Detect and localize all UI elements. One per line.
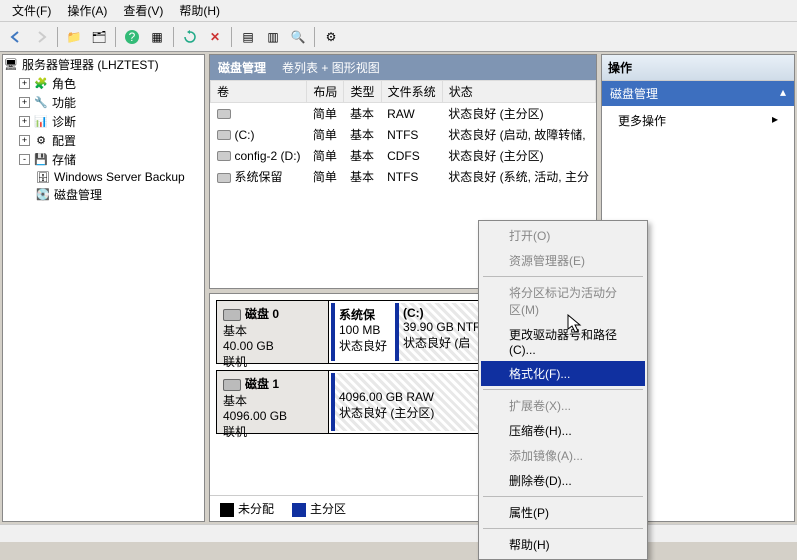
tree-config[interactable]: +⚙配置 <box>19 131 204 150</box>
statusbar <box>0 524 797 542</box>
collapse-icon[interactable]: - <box>19 154 30 165</box>
cm-delete[interactable]: 删除卷(D)... <box>481 468 645 493</box>
properties-button[interactable]: ▦ <box>145 25 169 49</box>
expand-icon[interactable]: + <box>19 97 30 108</box>
cm-help[interactable]: 帮助(H) <box>481 532 645 557</box>
backup-icon: 🗄 <box>35 170 51 184</box>
detail-button[interactable]: ▥ <box>261 25 285 49</box>
menu-view[interactable]: 查看(V) <box>115 0 171 21</box>
config-icon: ⚙ <box>33 134 49 148</box>
tree-diag[interactable]: +📊诊断 <box>19 112 204 131</box>
context-menu: 打开(O) 资源管理器(E) 将分区标记为活动分区(M) 更改驱动器号和路径(C… <box>478 220 648 560</box>
cm-markactive[interactable]: 将分区标记为活动分区(M) <box>481 280 645 322</box>
actions-header: 操作 <box>602 55 794 81</box>
settings-button[interactable]: ⚙ <box>319 25 343 49</box>
help-button[interactable]: ? <box>120 25 144 49</box>
col-type[interactable]: 类型 <box>344 81 381 103</box>
actions-more[interactable]: 更多操作▸ <box>602 106 794 135</box>
table-row[interactable]: (C:)简单基本NTFS状态良好 (启动, 故障转储, <box>211 124 596 145</box>
tree-storage[interactable]: -💾存储 <box>19 150 204 169</box>
diskmgmt-icon: 💽 <box>35 188 51 202</box>
list-button[interactable]: ▤ <box>236 25 260 49</box>
col-vol[interactable]: 卷 <box>211 81 307 103</box>
tree-diskmgmt[interactable]: 💽磁盘管理 <box>35 185 204 204</box>
tree-root[interactable]: 🖥 服务器管理器 (LHZTEST) <box>3 55 204 74</box>
table-row[interactable]: 简单基本RAW状态良好 (主分区) <box>211 103 596 125</box>
cm-mirror[interactable]: 添加镜像(A)... <box>481 443 645 468</box>
partition-box[interactable]: 系统保100 MB状态良好 <box>331 303 391 361</box>
table-row[interactable]: config-2 (D:)简单基本CDFS状态良好 (主分区) <box>211 145 596 166</box>
delete-button[interactable]: ✕ <box>203 25 227 49</box>
tree-pane: 🖥 服务器管理器 (LHZTEST) +🧩角色 +🔧功能 +📊诊断 +⚙配置 -… <box>2 54 205 522</box>
diag-icon: 📊 <box>33 115 49 129</box>
cm-changeletter[interactable]: 更改驱动器号和路径(C)... <box>481 322 645 361</box>
back-button[interactable] <box>4 25 28 49</box>
col-layout[interactable]: 布局 <box>307 81 344 103</box>
find-button[interactable]: 🔍 <box>286 25 310 49</box>
tree-features[interactable]: +🔧功能 <box>19 93 204 112</box>
expand-icon[interactable]: + <box>19 78 30 89</box>
menu-help[interactable]: 帮助(H) <box>171 0 228 21</box>
menu-file[interactable]: 文件(F) <box>4 0 59 21</box>
center-subtitle: 卷列表 + 图形视图 <box>282 59 380 76</box>
tree-root-label: 服务器管理器 (LHZTEST) <box>22 56 159 73</box>
legend-primary: 主分区 <box>292 500 346 517</box>
actions-section[interactable]: 磁盘管理▴ <box>602 81 794 106</box>
server-icon: 🖥 <box>3 58 19 72</box>
col-fs[interactable]: 文件系统 <box>381 81 442 103</box>
cm-shrink[interactable]: 压缩卷(H)... <box>481 418 645 443</box>
cm-explorer[interactable]: 资源管理器(E) <box>481 248 645 273</box>
cm-open[interactable]: 打开(O) <box>481 223 645 248</box>
cm-props[interactable]: 属性(P) <box>481 500 645 525</box>
center-header: 磁盘管理 卷列表 + 图形视图 <box>210 55 596 80</box>
up-button[interactable]: 📁 <box>62 25 86 49</box>
expand-icon[interactable]: + <box>19 116 30 127</box>
toolbar: 📁 🗂 ? ▦ ✕ ▤ ▥ 🔍 ⚙ <box>0 22 797 52</box>
menubar: 文件(F) 操作(A) 查看(V) 帮助(H) <box>0 0 797 22</box>
chevron-right-icon: ▸ <box>772 112 778 129</box>
forward-button[interactable] <box>29 25 53 49</box>
center-title: 磁盘管理 <box>218 59 266 76</box>
tree-roles[interactable]: +🧩角色 <box>19 74 204 93</box>
col-status[interactable]: 状态 <box>442 81 595 103</box>
menu-action[interactable]: 操作(A) <box>59 0 115 21</box>
refresh-button[interactable] <box>178 25 202 49</box>
storage-icon: 💾 <box>33 153 49 167</box>
show-hide-button[interactable]: 🗂 <box>87 25 111 49</box>
expand-icon[interactable]: + <box>19 135 30 146</box>
legend-unalloc: 未分配 <box>220 500 274 517</box>
roles-icon: 🧩 <box>33 77 49 91</box>
table-row[interactable]: 系统保留简单基本NTFS状态良好 (系统, 活动, 主分 <box>211 166 596 187</box>
cm-format[interactable]: 格式化(F)... <box>481 361 645 386</box>
table-header-row: 卷 布局 类型 文件系统 状态 <box>211 81 596 103</box>
tree-backup[interactable]: 🗄Windows Server Backup <box>35 169 204 185</box>
collapse-arrow-icon: ▴ <box>780 85 786 102</box>
cm-extend[interactable]: 扩展卷(X)... <box>481 393 645 418</box>
features-icon: 🔧 <box>33 96 49 110</box>
